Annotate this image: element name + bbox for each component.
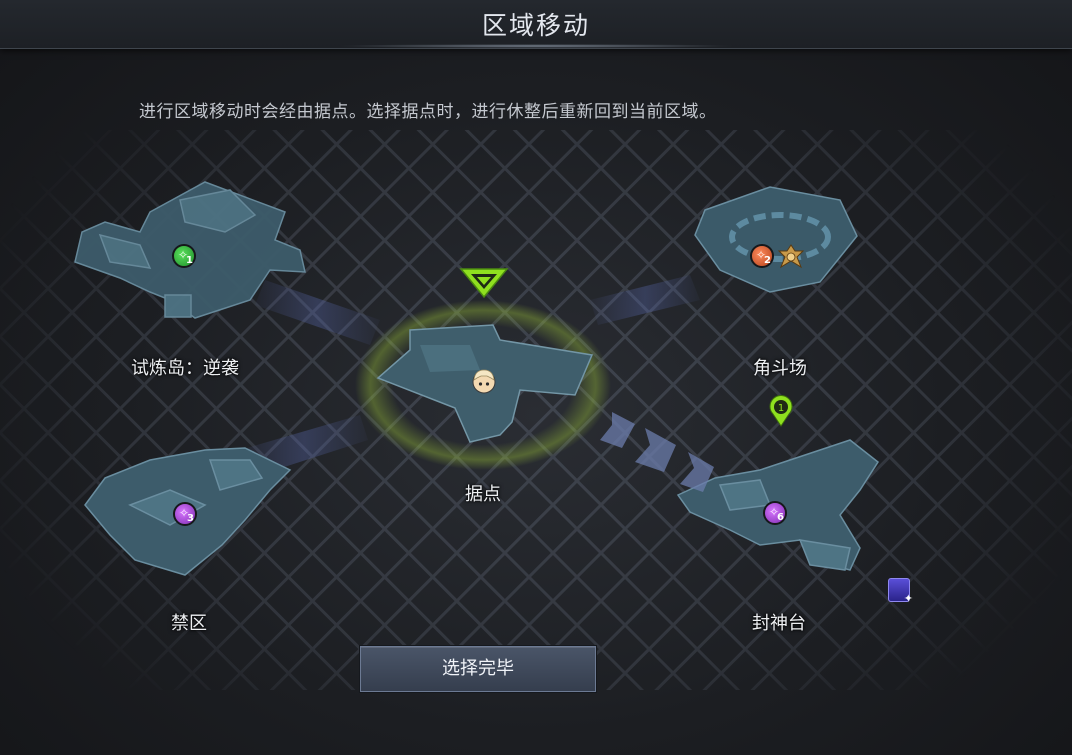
level-badge-trial: 1 [172,240,196,270]
character-card-icon[interactable]: ✦ [888,578,913,605]
pin-number: 1 [778,403,784,414]
zone-label-altar[interactable]: 封神台 [752,609,806,635]
level-badge-altar: 6 [763,497,787,527]
green-chevron-marker-icon [459,268,509,299]
zone-label-forbidden[interactable]: 禁区 [171,609,207,635]
level-badge-forbidden: 3 [173,498,197,528]
level-badge-arena: 2 [750,240,774,270]
green-location-pin-icon: 1 [769,395,793,427]
title-underline-glow [336,44,736,48]
player-avatar-icon [472,369,496,394]
zone-move-screen: 区域移动 进行区域移动时会经由据点。选择据点时，进行休整后重新回到当前区域。 1… [0,0,1072,755]
page-title: 区域移动 [481,11,590,40]
confirm-selection-button[interactable]: 选择完毕 [360,646,596,692]
zone-label-arena[interactable]: 角斗场 [753,354,807,380]
arena-emblem-icon [777,244,805,269]
zone-label-base[interactable]: 据点 [465,480,501,506]
instruction-text: 进行区域移动时会经由据点。选择据点时，进行休整后重新回到当前区域。 [139,102,717,122]
zone-label-trial[interactable]: 试炼岛：逆袭 [131,354,239,380]
header-bar: 区域移动 [0,0,1072,49]
